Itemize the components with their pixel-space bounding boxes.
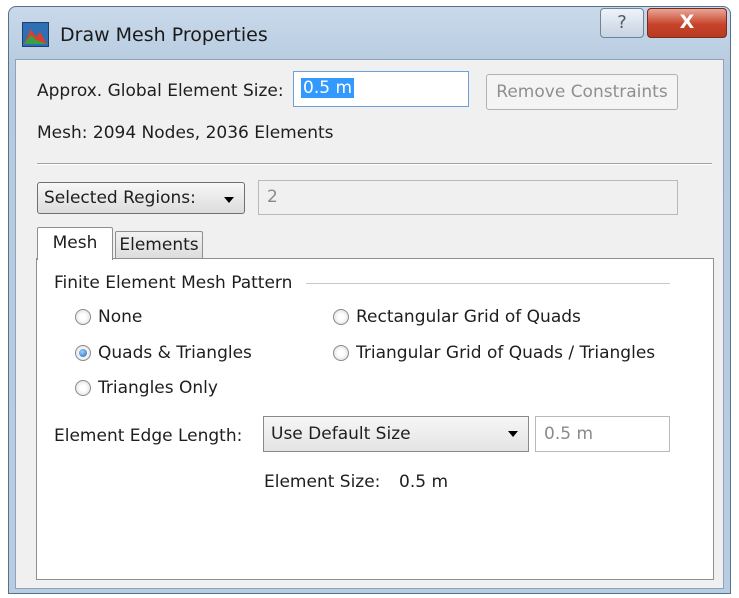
edge-length-value-field[interactable]: 0.5 m: [535, 416, 670, 452]
edge-length-label: Element Edge Length:: [54, 426, 243, 446]
mesh-pattern-group-title: Finite Element Mesh Pattern: [54, 273, 293, 293]
separator: [37, 163, 712, 165]
radio-button[interactable]: [75, 345, 91, 361]
close-button[interactable]: X: [647, 8, 727, 38]
element-size-value: 0.5 m: [399, 472, 448, 492]
region-selector-dropdown[interactable]: Selected Regions:: [37, 182, 245, 214]
radio-label: Triangles Only: [98, 378, 218, 398]
mesh-info: Mesh: 2094 Nodes, 2036 Elements: [37, 123, 334, 143]
app-icon: [22, 22, 49, 47]
region-selector-value: Selected Regions:: [44, 188, 196, 208]
chevron-down-icon: [508, 431, 518, 437]
global-size-value: 0.5 m: [301, 78, 354, 98]
radio-label: Triangular Grid of Quads / Triangles: [356, 343, 656, 363]
remove-constraints-button[interactable]: Remove Constraints: [486, 74, 678, 110]
group-divider: [306, 283, 670, 284]
help-button[interactable]: ?: [600, 8, 644, 38]
radio-none[interactable]: None: [75, 307, 142, 327]
radio-quads-triangles[interactable]: Quads & Triangles: [75, 343, 252, 363]
tab-mesh[interactable]: Mesh: [37, 227, 113, 260]
chevron-down-icon: [224, 197, 234, 203]
radio-label: Rectangular Grid of Quads: [356, 307, 581, 327]
radio-triangles-only[interactable]: Triangles Only: [75, 378, 218, 398]
radio-label: Quads & Triangles: [98, 343, 252, 363]
global-size-input[interactable]: 0.5 m: [293, 71, 469, 107]
edge-length-dropdown[interactable]: Use Default Size: [263, 416, 529, 452]
tab-elements[interactable]: Elements: [115, 231, 203, 259]
window-title: Draw Mesh Properties: [60, 24, 268, 46]
element-size-label: Element Size:: [264, 472, 381, 492]
global-size-label: Approx. Global Element Size:: [37, 81, 284, 101]
radio-triangular-grid[interactable]: Triangular Grid of Quads / Triangles: [333, 343, 655, 363]
edge-length-option: Use Default Size: [271, 424, 411, 444]
radio-button[interactable]: [333, 345, 349, 361]
radio-label: None: [98, 307, 143, 327]
region-count-field: 2: [258, 180, 678, 215]
radio-rectangular-grid[interactable]: Rectangular Grid of Quads: [333, 307, 581, 327]
radio-button[interactable]: [333, 309, 349, 325]
radio-button[interactable]: [75, 380, 91, 396]
radio-button[interactable]: [75, 309, 91, 325]
